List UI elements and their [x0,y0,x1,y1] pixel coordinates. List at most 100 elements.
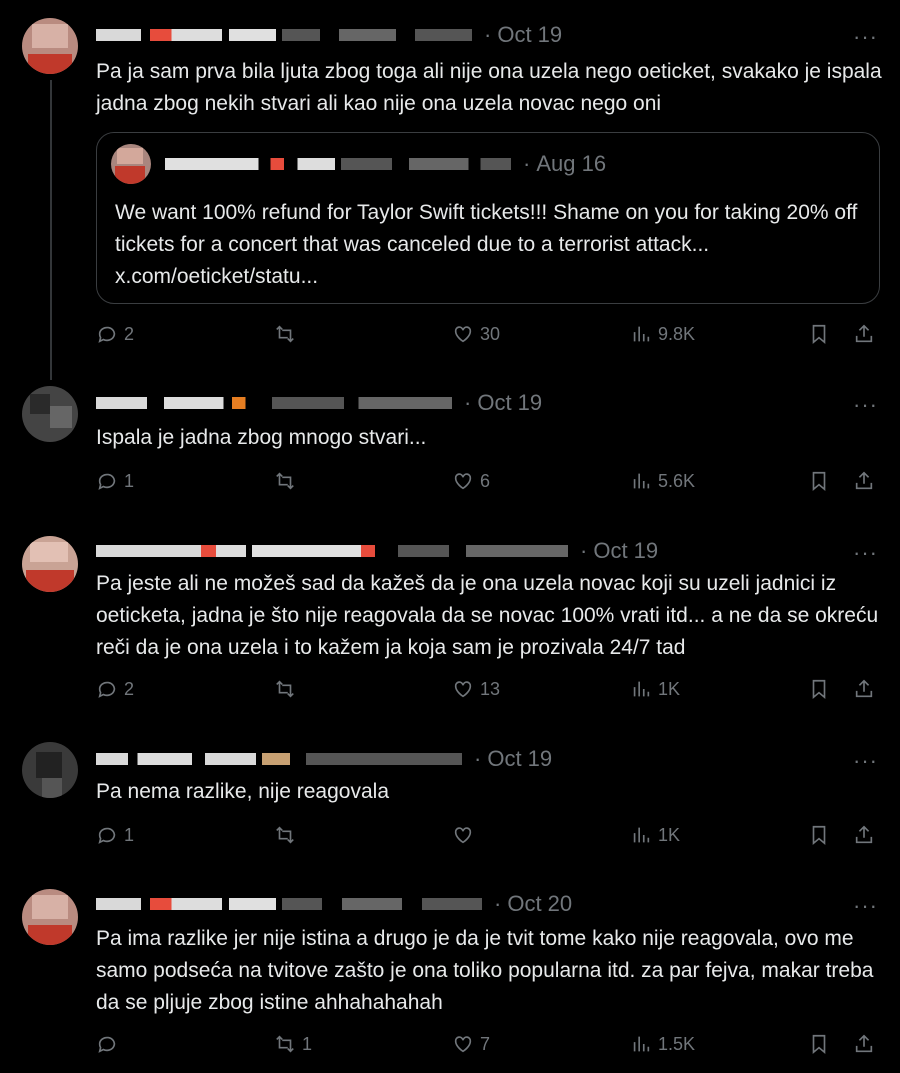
views-icon [633,326,650,342]
tweet-date[interactable]: Oct 19 [593,538,658,564]
retweet-button[interactable] [274,678,302,700]
reply-button[interactable]: 2 [96,323,134,345]
reply-icon [98,326,116,343]
handle-redacted[interactable] [282,29,472,41]
tweet-text: Pa ja sam prva bila ljuta zbog toga ali … [96,60,882,115]
views-button[interactable]: 9.8K [630,323,695,345]
bookmark-button[interactable] [808,824,830,846]
thread-connector [50,80,52,380]
retweet-icon [276,826,294,844]
more-icon[interactable]: ··· [853,748,878,774]
more-icon[interactable]: ··· [853,392,878,418]
bookmark-button[interactable] [808,470,830,492]
avatar[interactable] [22,18,78,74]
like-icon [454,473,472,490]
avatar [111,144,151,184]
bookmark-icon [812,471,826,492]
handle-redacted[interactable] [262,753,462,765]
share-icon [855,471,873,490]
retweet-button[interactable] [274,323,302,345]
bookmark-icon [812,1034,826,1055]
more-icon[interactable]: ··· [853,893,878,919]
handle-redacted[interactable] [398,545,568,557]
like-button[interactable]: 7 [452,1033,490,1055]
tweet-date[interactable]: Oct 19 [487,746,552,772]
share-icon [855,825,873,844]
username-redacted[interactable] [96,545,246,557]
reply-button[interactable]: 1 [96,470,134,492]
handle-redacted[interactable] [282,898,482,910]
bookmark-button[interactable] [808,678,830,700]
share-icon [855,324,873,343]
bookmark-button[interactable] [808,1033,830,1055]
share-button[interactable] [853,323,875,345]
views-icon [633,1036,650,1052]
views-button[interactable]: 1K [630,824,680,846]
handle-redacted[interactable] [252,545,392,557]
retweet-icon [276,680,294,698]
more-icon[interactable]: ··· [853,24,878,50]
tweet-header: · Oct 19 [96,388,542,418]
like-button[interactable] [452,824,480,846]
retweet-button[interactable]: 1 [274,1033,312,1055]
tweet-header: · Oct 19 [96,536,658,566]
retweet-icon [276,472,294,490]
avatar[interactable] [22,536,78,592]
tweet-date[interactable]: Oct 19 [477,390,542,416]
bookmark-icon [812,324,826,345]
share-icon [855,679,873,698]
tweet-actions: 1 6 5.6K [96,470,886,502]
reply-button[interactable]: 1 [96,824,134,846]
retweet-icon [276,325,294,343]
reply-button[interactable] [96,1033,124,1055]
reply-icon [98,827,116,844]
views-button[interactable]: 1.5K [630,1033,695,1055]
username-redacted [165,158,335,170]
username-redacted[interactable] [96,898,276,910]
quoted-tweet-text: We want 100% refund for Taylor Swift tic… [115,201,858,288]
bookmark-icon [812,825,826,846]
like-button[interactable]: 6 [452,470,490,492]
quoted-tweet-date[interactable]: Aug 16 [536,151,606,177]
more-icon[interactable]: ··· [853,540,878,566]
tweet-actions: 2 13 1K [96,678,886,710]
like-icon [454,681,472,698]
bookmark-button[interactable] [808,323,830,345]
like-icon [454,326,472,343]
username-redacted[interactable] [96,753,256,765]
tweet-text: Ispala je jadna zbog mnogo stvari... [96,426,427,449]
avatar[interactable] [22,889,78,945]
avatar[interactable] [22,386,78,442]
views-icon [633,473,650,489]
share-button[interactable] [853,1033,875,1055]
avatar[interactable] [22,742,78,798]
tweet-header: · Oct 19 [96,744,552,774]
tweet-date[interactable]: Oct 19 [497,22,562,48]
tweet-header: · Oct 20 [96,889,572,919]
quoted-tweet[interactable]: · Aug 16 We want 100% refund for Taylor … [96,132,880,304]
like-button[interactable]: 30 [452,323,500,345]
reply-icon [98,1036,116,1053]
reply-button[interactable]: 2 [96,678,134,700]
username-redacted[interactable] [96,397,266,409]
tweet-header: · Oct 19 [96,20,562,50]
quoted-tweet-header: · Aug 16 [111,144,606,184]
views-button[interactable]: 5.6K [630,470,695,492]
views-icon [633,681,650,697]
share-button[interactable] [853,678,875,700]
retweet-button[interactable] [274,470,302,492]
bookmark-icon [812,679,826,700]
share-icon [855,1034,873,1053]
like-icon [454,827,472,844]
share-button[interactable] [853,824,875,846]
tweet-date[interactable]: Oct 20 [507,891,572,917]
username-redacted[interactable] [96,29,276,41]
retweet-button[interactable] [274,824,302,846]
share-button[interactable] [853,470,875,492]
tweet-actions: 1 7 1.5K [96,1033,886,1065]
tweet-text: Pa nema razlike, nije reagovala [96,780,389,803]
reply-icon [98,681,116,698]
handle-redacted[interactable] [272,397,452,409]
views-button[interactable]: 1K [630,678,680,700]
like-button[interactable]: 13 [452,678,500,700]
